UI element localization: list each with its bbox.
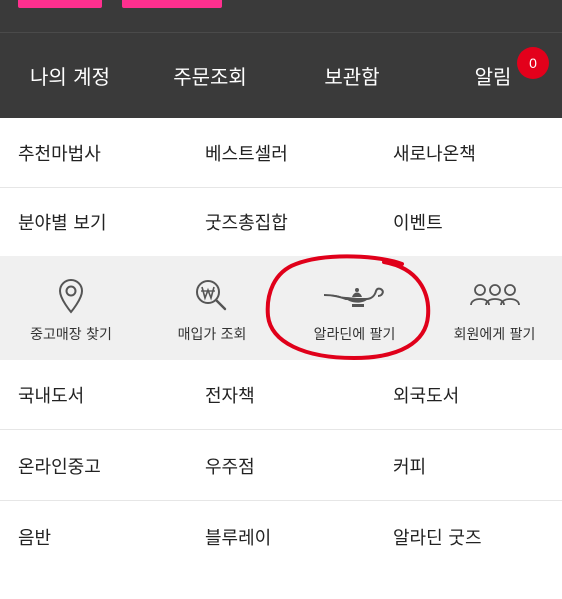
menu-row-1: 추천마법사 베스트셀러 새로나온책 — [0, 118, 562, 188]
menu-row-3: 국내도서 전자책 외국도서 — [0, 360, 562, 430]
nav-my-account-label: 나의 계정 — [30, 65, 110, 89]
menu-foreign-books[interactable]: 외국도서 — [393, 360, 558, 430]
menu-coffee[interactable]: 커피 — [393, 431, 558, 501]
menu-row-2: 분야별 보기 굿즈총집합 이벤트 — [0, 188, 562, 256]
sell-to-aladin-label: 알라딘에 팔기 — [313, 327, 396, 343]
sell-to-aladin-tile[interactable]: 알라딘에 팔기 — [282, 256, 427, 360]
used-book-icon-strip: 중고매장 찾기 매입가 조회 알라딘에 팔기 회원에게 팔기 — [0, 256, 562, 360]
sell-to-members-label: 회원에게 팔기 — [453, 327, 536, 343]
buyback-price-label: 매입가 조회 — [177, 327, 247, 343]
menu-by-category[interactable]: 분야별 보기 — [18, 188, 188, 256]
menu-space-store[interactable]: 우주점 — [205, 431, 375, 501]
menu-aladin-goods[interactable]: 알라딘 굿즈 — [393, 502, 558, 572]
menu-music[interactable]: 음반 — [18, 502, 188, 572]
menu-bluray[interactable]: 블루레이 — [205, 502, 375, 572]
top-pink-button-left[interactable] — [18, 0, 102, 8]
nav-order-lookup[interactable]: 주문조회 — [140, 33, 280, 118]
nav-storage[interactable]: 보관함 — [282, 33, 422, 118]
app-screen: 나의 계정 주문조회 보관함 알림 0 추천마법사 베스트셀러 새로나온책 분야… — [0, 0, 562, 599]
menu-row-4: 온라인중고 우주점 커피 — [0, 431, 562, 501]
top-pink-button-right[interactable] — [122, 0, 222, 8]
won-search-icon — [190, 276, 234, 316]
nav-my-account[interactable]: 나의 계정 — [0, 33, 140, 118]
menu-recommend-wizard[interactable]: 추천마법사 — [18, 118, 188, 188]
top-header — [0, 0, 562, 32]
nav-notifications-label: 알림 — [474, 65, 512, 89]
notification-badge: 0 — [517, 47, 549, 79]
nav-order-lookup-label: 주문조회 — [173, 65, 247, 89]
menu-row-5: 음반 블루레이 알라딘 굿즈 — [0, 502, 562, 572]
menu-domestic-books[interactable]: 국내도서 — [18, 360, 188, 430]
magic-lamp-icon — [320, 276, 390, 316]
account-nav-bar: 나의 계정 주문조회 보관함 알림 — [0, 33, 562, 118]
menu-goods-collection[interactable]: 굿즈총집합 — [205, 188, 375, 256]
menu-events[interactable]: 이벤트 — [393, 188, 558, 256]
find-used-store-label: 중고매장 찾기 — [30, 327, 112, 343]
buyback-price-tile[interactable]: 매입가 조회 — [142, 256, 282, 360]
nav-storage-label: 보관함 — [324, 65, 380, 89]
menu-bestseller[interactable]: 베스트셀러 — [205, 118, 375, 188]
map-pin-icon — [49, 276, 93, 316]
menu-online-used[interactable]: 온라인중고 — [18, 431, 188, 501]
find-used-store-tile[interactable]: 중고매장 찾기 — [0, 256, 142, 360]
sell-to-members-tile[interactable]: 회원에게 팔기 — [427, 256, 562, 360]
menu-ebooks[interactable]: 전자책 — [205, 360, 375, 430]
menu-new-books[interactable]: 새로나온책 — [393, 118, 558, 188]
people-group-icon — [460, 276, 530, 316]
